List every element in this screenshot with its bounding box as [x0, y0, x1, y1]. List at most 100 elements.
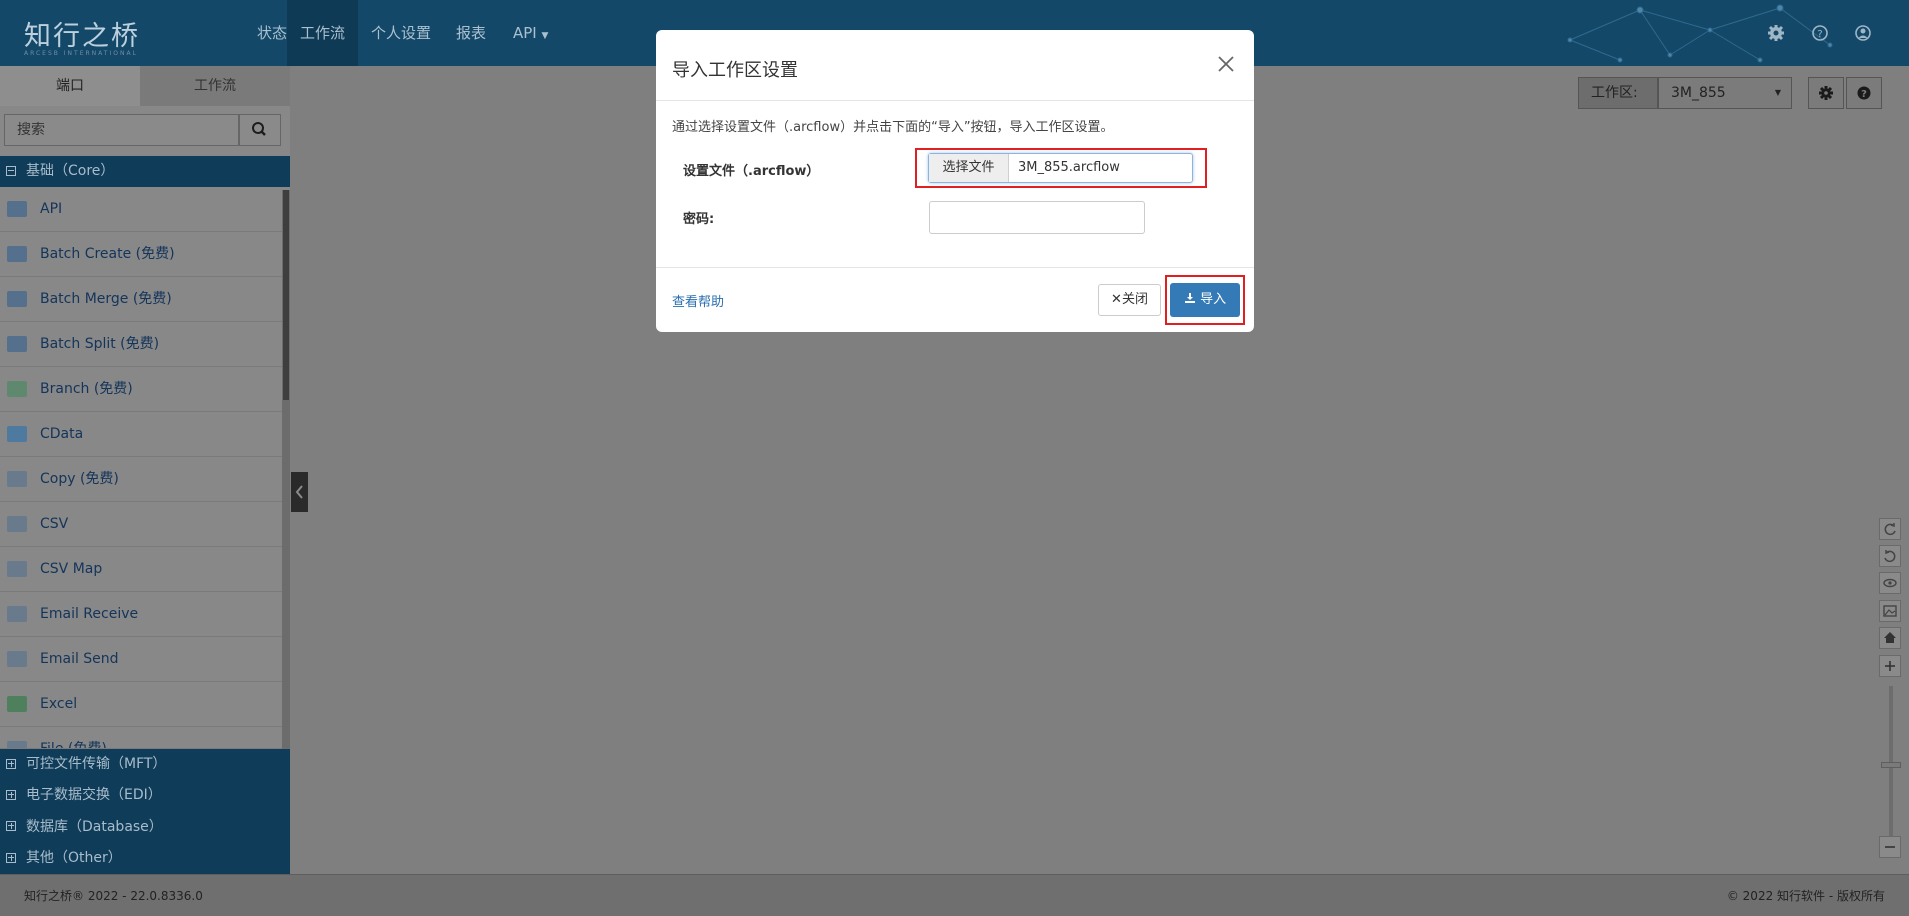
footer	[0, 874, 1909, 916]
category-mft[interactable]: 可控文件传输（MFT）	[0, 749, 290, 780]
sidebar-scrollbar-thumb[interactable]	[283, 190, 289, 400]
nav-label: 报表	[456, 24, 487, 42]
port-label: Batch Merge (免费)	[40, 291, 172, 307]
help-circle-icon[interactable]: ?	[1809, 22, 1831, 44]
footer-version: 知行之桥® 2022 - 22.0.8336.0	[24, 889, 203, 903]
close-icon[interactable]	[1216, 54, 1236, 74]
branch-icon	[7, 381, 27, 397]
close-button[interactable]: ✕关闭	[1098, 284, 1161, 316]
workspace-select[interactable]: 3M_855 ▼	[1658, 77, 1792, 109]
undo-button[interactable]	[1879, 545, 1901, 567]
port-item[interactable]: API	[0, 187, 282, 232]
dialog-description: 通过选择设置文件（.arcflow）并点击下面的“导入”按钮，导入工作区设置。	[672, 120, 1114, 135]
divider	[656, 267, 1254, 268]
tab-label: 端口	[56, 78, 84, 94]
tab-workflows[interactable]: 工作流	[140, 66, 290, 106]
category-core[interactable]: 基础（Core）	[0, 156, 290, 187]
home-button[interactable]	[1879, 627, 1901, 649]
port-item[interactable]: File (免费)	[0, 727, 282, 749]
import-button[interactable]: 导入	[1170, 283, 1240, 317]
choose-file-button[interactable]: 选择文件	[929, 154, 1009, 182]
svg-text:?: ?	[1817, 29, 1822, 40]
api-gear-icon	[7, 201, 27, 217]
search-icon	[252, 122, 266, 136]
port-item[interactable]: CData	[0, 412, 282, 457]
collapse-minus-icon	[6, 165, 16, 176]
workspace-help-button[interactable]: ?	[1846, 77, 1882, 109]
import-button-label: 导入	[1200, 292, 1227, 307]
port-label: Batch Create (免费)	[40, 246, 175, 262]
port-label: API	[40, 201, 63, 217]
port-search-input[interactable]: 搜索	[4, 114, 239, 146]
port-item[interactable]: Copy (免费)	[0, 457, 282, 502]
user-account-icon[interactable]	[1852, 22, 1874, 44]
divider	[656, 100, 1254, 101]
plus-icon	[1885, 661, 1895, 671]
footer-copyright: © 2022 知行软件 - 版权所有	[1726, 889, 1885, 903]
expand-plus-icon	[6, 758, 16, 769]
undo-icon	[1884, 550, 1896, 563]
port-label: File (免费)	[40, 741, 107, 749]
caret-down-icon: ▼	[541, 31, 549, 41]
nav-label: API	[513, 24, 537, 42]
image-icon	[1883, 605, 1897, 617]
workspace-label: 工作区:	[1578, 77, 1658, 109]
sidebar-collapse-button[interactable]	[291, 472, 308, 512]
tab-ports[interactable]: 端口	[0, 66, 140, 106]
selected-file-name: 3M_855.arcflow	[1018, 160, 1120, 175]
port-item[interactable]: CSV	[0, 502, 282, 547]
workspace-settings-button[interactable]	[1808, 77, 1844, 109]
zoom-slider-handle[interactable]	[1881, 762, 1901, 768]
redo-button[interactable]	[1879, 518, 1901, 540]
tab-label: 工作流	[194, 78, 236, 94]
help-link[interactable]: 查看帮助	[672, 291, 724, 310]
search-button[interactable]	[239, 114, 281, 146]
copy-icon	[7, 471, 27, 487]
file-icon	[7, 741, 27, 748]
port-label: CSV	[40, 516, 69, 532]
batch-merge-icon	[7, 291, 27, 307]
nav-workflow[interactable]: 工作流	[287, 0, 359, 66]
port-item[interactable]: Email Receive	[0, 592, 282, 637]
category-label: 基础（Core）	[26, 163, 115, 179]
port-item[interactable]: Batch Split (免费)	[0, 322, 282, 367]
zoom-out-button[interactable]	[1879, 836, 1901, 858]
eye-icon	[1883, 578, 1897, 588]
port-item[interactable]: Batch Merge (免费)	[0, 277, 282, 322]
port-label: Batch Split (免费)	[40, 336, 160, 352]
category-other[interactable]: 其他（Other）	[0, 843, 290, 874]
port-label: Email Receive	[40, 606, 139, 622]
category-database[interactable]: 数据库（Database）	[0, 811, 290, 843]
batch-split-icon	[7, 336, 27, 352]
csv-map-icon	[7, 561, 27, 577]
csv-icon	[7, 516, 27, 532]
nav-profile[interactable]: 个人设置	[358, 0, 444, 66]
nav-api[interactable]: API ▼	[500, 0, 561, 66]
minus-icon	[1885, 846, 1895, 848]
nav-reports[interactable]: 报表	[443, 0, 499, 66]
port-item[interactable]: Batch Create (免费)	[0, 232, 282, 277]
redo-icon	[1884, 523, 1896, 536]
minimap-button[interactable]	[1879, 600, 1901, 622]
brand-logo[interactable]: 知行之桥	[24, 14, 140, 53]
category-label: 其他（Other）	[26, 850, 122, 866]
port-item[interactable]: Email Send	[0, 637, 282, 682]
dialog-title: 导入工作区设置	[672, 60, 798, 81]
port-item[interactable]: Excel	[0, 682, 282, 727]
preview-button[interactable]	[1879, 572, 1901, 594]
password-input[interactable]	[929, 201, 1145, 234]
x-icon: ✕	[1111, 292, 1122, 307]
port-label: Copy (免费)	[40, 471, 119, 487]
port-item[interactable]: CSV Map	[0, 547, 282, 592]
svg-text:?: ?	[1861, 89, 1867, 100]
port-item[interactable]: Branch (免费)	[0, 367, 282, 412]
settings-gear-icon[interactable]	[1765, 22, 1787, 44]
batch-create-icon	[7, 246, 27, 262]
category-edi[interactable]: 电子数据交换（EDI）	[0, 780, 290, 811]
expand-plus-icon	[6, 789, 16, 800]
zoom-in-button[interactable]	[1879, 655, 1901, 677]
port-label: Branch (免费)	[40, 381, 133, 397]
port-label: Excel	[40, 696, 78, 712]
import-workspace-dialog: 导入工作区设置 通过选择设置文件（.arcflow）并点击下面的“导入”按钮，导…	[656, 30, 1254, 332]
gear-icon	[1819, 86, 1833, 100]
